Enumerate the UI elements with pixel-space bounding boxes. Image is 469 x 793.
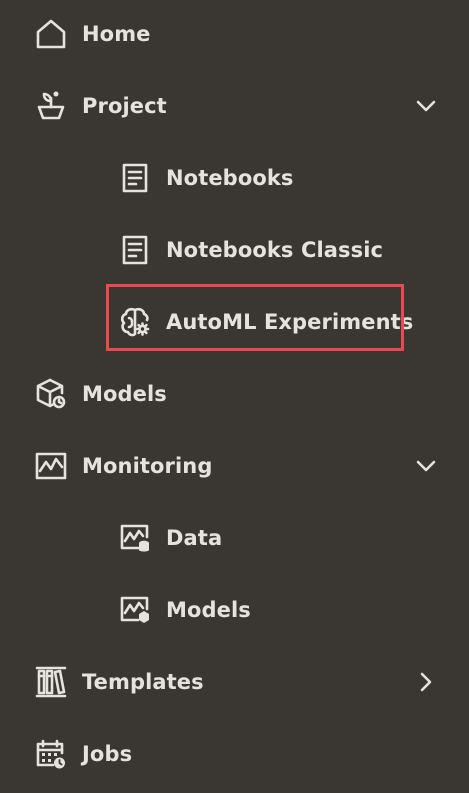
nav-item-label: Home (82, 22, 151, 46)
nav-item-home[interactable]: Home (0, 10, 469, 58)
sidebar-nav: Home Project Notebooks Notebooks Classic… (0, 0, 469, 793)
nav-item-label: Monitoring (82, 454, 213, 478)
model-cube-icon (34, 377, 68, 411)
nav-item-notebooks[interactable]: Notebooks (0, 154, 469, 202)
home-icon (34, 17, 68, 51)
automl-brain-icon (118, 305, 152, 339)
chevron-down-icon[interactable] (413, 93, 439, 119)
nav-item-label: Project (82, 94, 167, 118)
nav-item-monitoring-models[interactable]: Models (0, 586, 469, 634)
project-icon (34, 89, 68, 123)
templates-books-icon (34, 665, 68, 699)
monitoring-chart-icon (34, 449, 68, 483)
nav-item-automl-experiments[interactable]: AutoML Experiments (0, 298, 469, 346)
notebook-icon (118, 161, 152, 195)
notebook-icon (118, 233, 152, 267)
model-monitor-icon (118, 593, 152, 627)
nav-item-label: Templates (82, 670, 204, 694)
data-monitor-icon (118, 521, 152, 555)
nav-item-label: Models (166, 598, 251, 622)
nav-item-label: Data (166, 526, 223, 550)
nav-item-label: Models (82, 382, 167, 406)
chevron-right-icon[interactable] (413, 669, 439, 695)
nav-item-templates[interactable]: Templates (0, 658, 469, 706)
nav-item-label: Notebooks Classic (166, 238, 384, 262)
nav-item-jobs[interactable]: Jobs (0, 730, 469, 778)
nav-item-monitoring[interactable]: Monitoring (0, 442, 469, 490)
nav-item-label: Jobs (82, 742, 133, 766)
chevron-down-icon[interactable] (413, 453, 439, 479)
nav-item-models[interactable]: Models (0, 370, 469, 418)
calendar-clock-icon (34, 737, 68, 771)
nav-item-notebooks-classic[interactable]: Notebooks Classic (0, 226, 469, 274)
nav-item-label: AutoML Experiments (166, 310, 414, 334)
nav-item-monitoring-data[interactable]: Data (0, 514, 469, 562)
nav-item-project[interactable]: Project (0, 82, 469, 130)
nav-item-label: Notebooks (166, 166, 294, 190)
